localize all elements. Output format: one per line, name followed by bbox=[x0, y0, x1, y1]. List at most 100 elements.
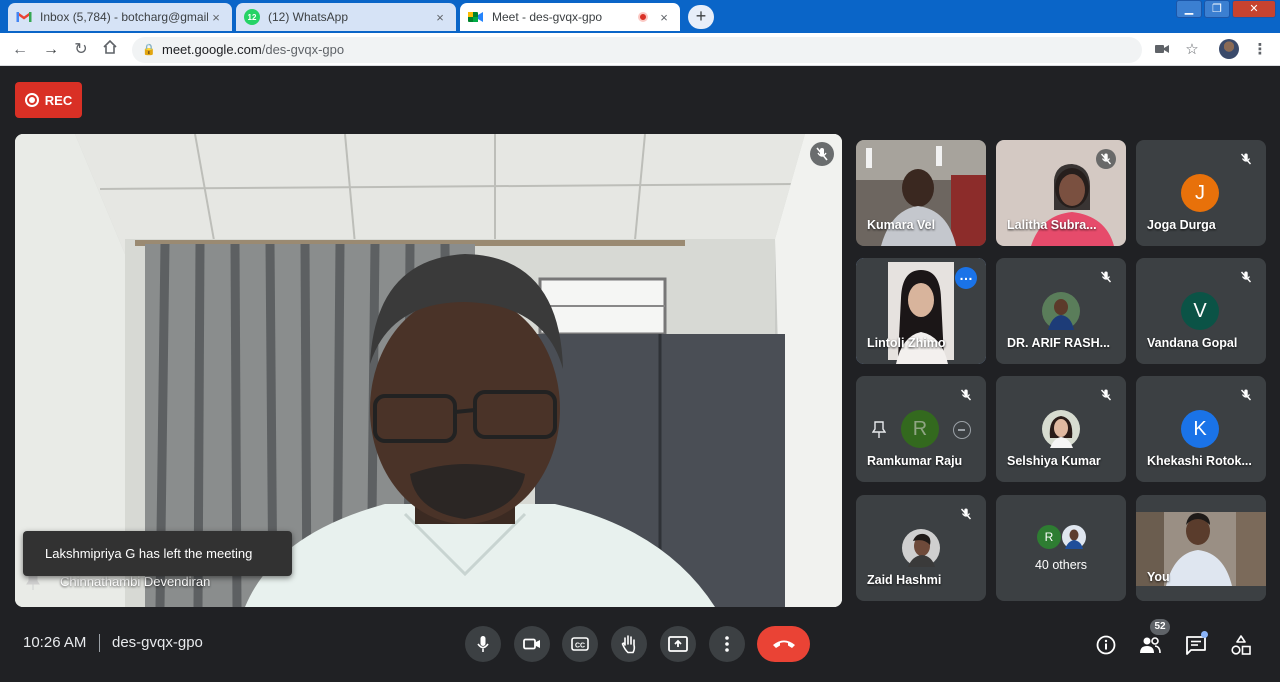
participant-tile[interactable]: J Joga Durga bbox=[1136, 140, 1266, 246]
bookmark-star-icon[interactable]: ☆ bbox=[1181, 39, 1203, 61]
url-host: meet.google.com bbox=[162, 42, 262, 57]
url-path: /des-gvqx-gpo bbox=[261, 42, 345, 57]
participant-name: Joga Durga bbox=[1147, 218, 1216, 232]
microphone-icon bbox=[477, 636, 489, 652]
recording-badge: REC bbox=[15, 82, 82, 118]
participant-photo bbox=[902, 529, 940, 567]
lock-icon: 🔒 bbox=[142, 44, 156, 56]
participant-name: Lintoli Zhimo bbox=[867, 336, 946, 350]
forward-icon[interactable]: → bbox=[40, 39, 62, 61]
maximize-button[interactable]: ❐ bbox=[1204, 0, 1230, 18]
muted-mic-icon bbox=[1236, 149, 1256, 169]
more-options-button[interactable] bbox=[709, 626, 745, 662]
present-screen-button[interactable] bbox=[660, 626, 696, 662]
close-tab-icon[interactable]: × bbox=[656, 10, 672, 25]
participant-tile[interactable]: V Vandana Gopal bbox=[1136, 258, 1266, 364]
participant-name: You bbox=[1147, 570, 1170, 584]
participant-photo bbox=[1042, 292, 1080, 330]
captions-button[interactable]: CC bbox=[562, 626, 598, 662]
meet-icon bbox=[468, 9, 484, 25]
participant-tile[interactable]: Lalitha Subra... bbox=[996, 140, 1126, 246]
raise-hand-icon bbox=[621, 635, 636, 654]
participant-tile[interactable]: DR. ARIF RASH... bbox=[996, 258, 1126, 364]
window-controls: ▁ ❐ ✕ bbox=[1176, 0, 1276, 18]
participant-tile[interactable]: Selshiya Kumar bbox=[996, 376, 1126, 482]
record-icon bbox=[24, 93, 39, 107]
pin-icon[interactable] bbox=[26, 574, 40, 590]
people-icon bbox=[1140, 637, 1161, 654]
tab-meet[interactable]: Meet - des-gvqx-gpo × bbox=[460, 3, 680, 31]
url-field[interactable]: 🔒 meet.google.com/des-gvqx-gpo bbox=[132, 37, 1142, 63]
participant-photo bbox=[1042, 410, 1080, 448]
browser-tab-strip: Inbox (5,784) - botcharg@gmail.c × 12 (1… bbox=[0, 0, 1280, 33]
muted-mic-icon bbox=[1096, 385, 1116, 405]
participant-avatar: R bbox=[901, 410, 939, 448]
participant-name: Vandana Gopal bbox=[1147, 336, 1238, 350]
participant-name: Kumara Vel bbox=[867, 218, 936, 232]
chat-icon bbox=[1186, 636, 1206, 655]
muted-mic-icon bbox=[1236, 385, 1256, 405]
profile-avatar[interactable] bbox=[1219, 39, 1239, 59]
camera-button[interactable] bbox=[514, 626, 550, 662]
tab-title: Inbox (5,784) - botcharg@gmail.c bbox=[40, 10, 208, 24]
participant-avatar: V bbox=[1181, 292, 1219, 330]
muted-mic-icon bbox=[810, 142, 834, 166]
participant-tile[interactable]: R Ramkumar Raju bbox=[856, 376, 986, 482]
muted-mic-icon bbox=[956, 504, 976, 524]
self-tile[interactable]: You bbox=[1136, 495, 1266, 601]
close-tab-icon[interactable]: × bbox=[432, 10, 448, 25]
participant-tile[interactable]: Zaid Hashmi bbox=[856, 495, 986, 601]
reload-icon[interactable]: ↻ bbox=[70, 39, 92, 61]
participant-name: Zaid Hashmi bbox=[867, 573, 942, 587]
divider bbox=[99, 634, 100, 652]
home-icon[interactable] bbox=[99, 39, 121, 61]
menu-kebab-icon[interactable]: ⋮ bbox=[1249, 39, 1271, 61]
camera-permission-icon[interactable] bbox=[1151, 39, 1173, 61]
camera-icon bbox=[523, 638, 540, 650]
participant-photo bbox=[1062, 525, 1086, 549]
participant-tile[interactable]: K Khekashi Rotok... bbox=[1136, 376, 1266, 482]
back-icon[interactable]: ← bbox=[9, 39, 31, 61]
self-video bbox=[1136, 495, 1266, 601]
meeting-code: des-gvqx-gpo bbox=[112, 634, 203, 651]
activities-button[interactable] bbox=[1228, 632, 1254, 658]
svg-text:CC: CC bbox=[575, 643, 585, 650]
tab-title: Meet - des-gvqx-gpo bbox=[492, 10, 603, 24]
present-screen-icon bbox=[668, 636, 688, 652]
participant-tile[interactable]: Kumara Vel bbox=[856, 140, 986, 246]
meeting-time: 10:26 AM bbox=[23, 634, 87, 651]
minimize-button[interactable]: ▁ bbox=[1176, 0, 1202, 18]
remove-participant-icon[interactable] bbox=[953, 421, 971, 439]
left-meeting-toast: Lakshmipriya G has left the meeting bbox=[23, 531, 292, 576]
meeting-details-button[interactable] bbox=[1093, 632, 1119, 658]
address-bar: ← → ↻ 🔒 meet.google.com/des-gvqx-gpo ☆ ⋮ bbox=[0, 33, 1280, 66]
close-tab-icon[interactable]: × bbox=[208, 10, 224, 25]
tab-gmail[interactable]: Inbox (5,784) - botcharg@gmail.c × bbox=[8, 3, 232, 31]
pin-icon[interactable] bbox=[871, 421, 887, 444]
people-button[interactable] bbox=[1137, 632, 1163, 658]
captions-icon: CC bbox=[571, 637, 589, 651]
participant-count-badge: 52 bbox=[1150, 619, 1170, 635]
participant-tile-selected[interactable]: … Lintoli Zhimo bbox=[856, 258, 986, 364]
participant-name: Ramkumar Raju bbox=[867, 454, 963, 468]
tab-title: (12) WhatsApp bbox=[268, 10, 349, 24]
participant-name: Lalitha Subra... bbox=[1007, 218, 1097, 232]
recording-label: REC bbox=[44, 92, 73, 108]
raise-hand-button[interactable] bbox=[611, 626, 647, 662]
leave-call-button[interactable] bbox=[757, 626, 810, 662]
close-window-button[interactable]: ✕ bbox=[1232, 0, 1276, 18]
microphone-button[interactable] bbox=[465, 626, 501, 662]
activities-icon bbox=[1231, 635, 1251, 655]
hang-up-icon bbox=[772, 640, 795, 648]
new-tab-button[interactable]: + bbox=[688, 5, 714, 29]
participant-avatar: J bbox=[1181, 174, 1219, 212]
more-options-icon[interactable]: … bbox=[955, 267, 977, 289]
participant-avatar: R bbox=[1037, 525, 1061, 549]
tab-whatsapp[interactable]: 12 (12) WhatsApp × bbox=[236, 3, 456, 31]
muted-mic-icon bbox=[956, 385, 976, 405]
participant-name: Selshiya Kumar bbox=[1007, 454, 1101, 468]
others-tile[interactable]: R 40 others bbox=[996, 495, 1126, 601]
muted-mic-icon bbox=[1096, 149, 1116, 169]
participant-name: Khekashi Rotok... bbox=[1147, 454, 1252, 468]
participant-name: DR. ARIF RASH... bbox=[1007, 336, 1111, 350]
